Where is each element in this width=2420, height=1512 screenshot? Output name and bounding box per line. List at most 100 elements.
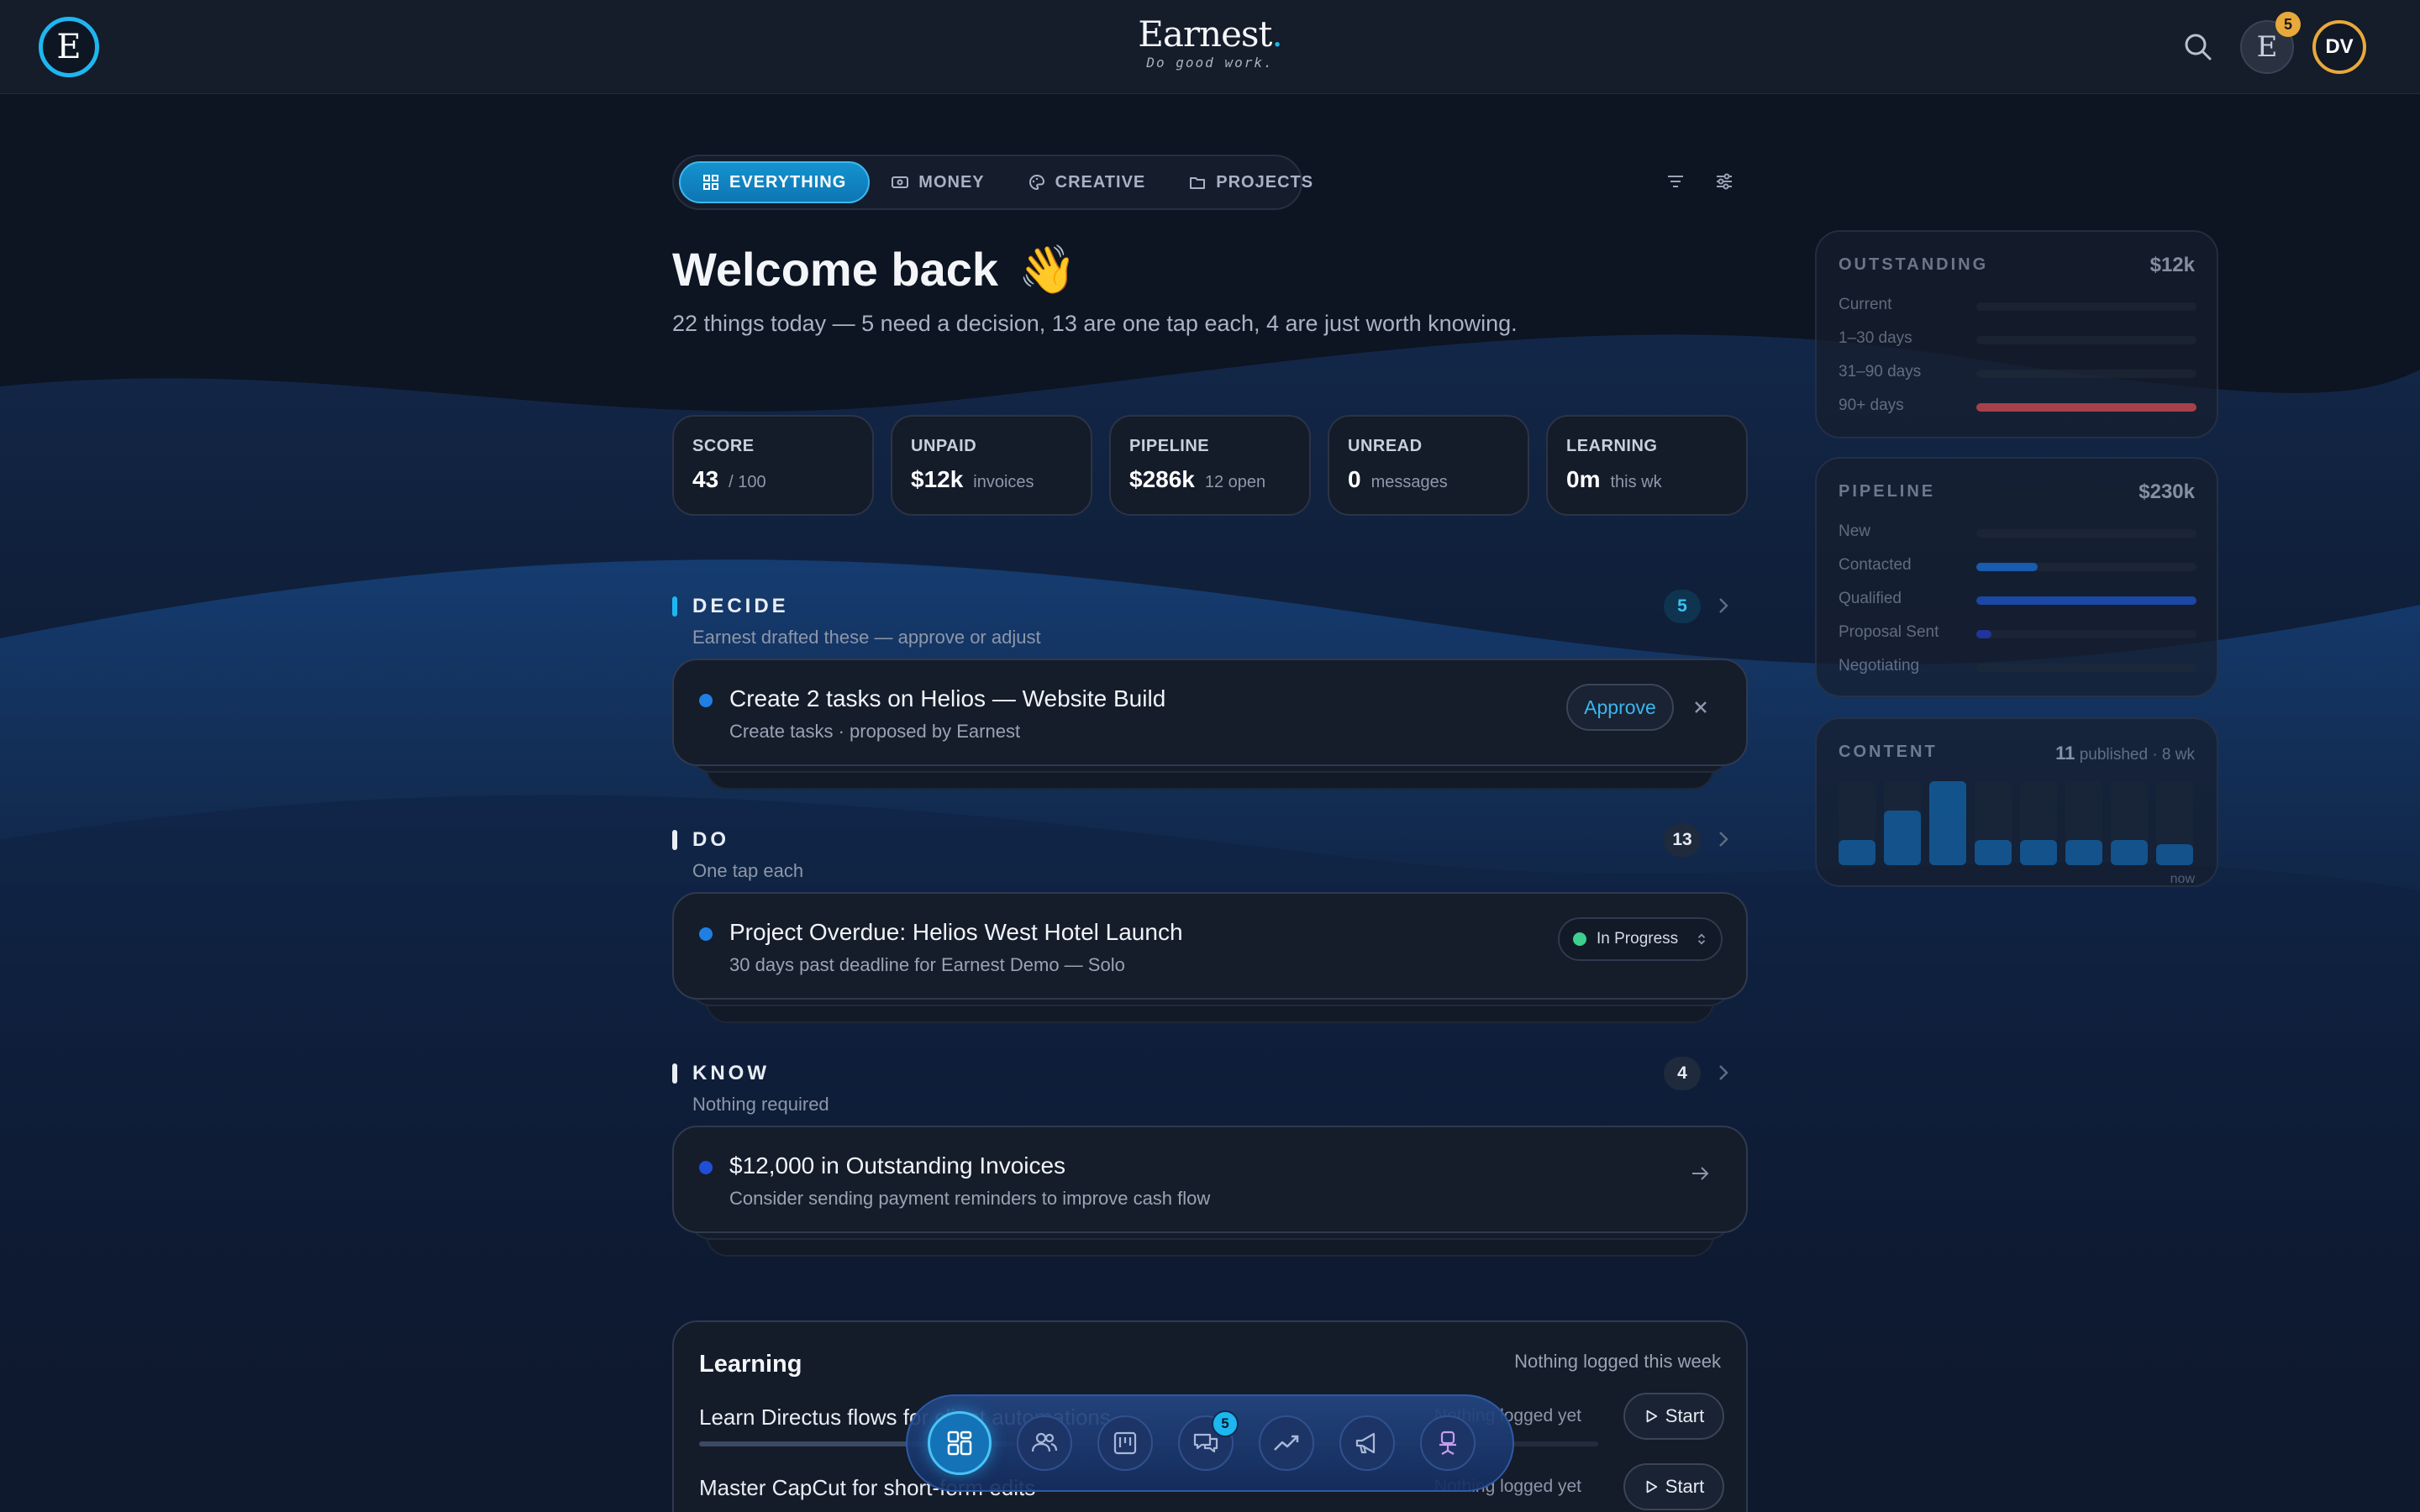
outstanding-panel[interactable]: OUTSTANDING $12k Current 1–30 days 31–90 d… bbox=[1815, 230, 2218, 438]
dock-growth[interactable] bbox=[1259, 1415, 1314, 1471]
logo-letter: E bbox=[56, 28, 82, 66]
arrow-right-icon[interactable] bbox=[1687, 1161, 1712, 1186]
bullet-dot bbox=[699, 694, 713, 707]
start-button[interactable]: Start bbox=[1623, 1393, 1724, 1440]
stat-label: LEARNING bbox=[1566, 437, 1658, 455]
card-subtitle: Create tasks · proposed by Earnest bbox=[729, 721, 1021, 742]
stat-card-unpaid[interactable]: UNPAID $12k invoices bbox=[891, 415, 1092, 516]
card-subtitle: Consider sending payment reminders to im… bbox=[729, 1188, 1211, 1209]
panel-row: Qualified bbox=[1839, 588, 2198, 613]
tab-money[interactable]: MONEY bbox=[870, 161, 1006, 203]
stat-label: PIPELINE bbox=[1129, 437, 1210, 455]
section-count: 13 bbox=[1664, 823, 1701, 857]
sort-icon[interactable] bbox=[1665, 171, 1686, 192]
logo-button[interactable]: E bbox=[39, 17, 99, 77]
know-card[interactable]: $12,000 in Outstanding Invoices Consider… bbox=[672, 1126, 1748, 1233]
panel-row-bar bbox=[1976, 563, 2196, 571]
section-accent-bar bbox=[672, 1063, 677, 1084]
chair-icon bbox=[1439, 1431, 1456, 1455]
stat-card-learning[interactable]: LEARNING 0m this wk bbox=[1546, 415, 1748, 516]
dock-messages[interactable]: 5 bbox=[1178, 1410, 1239, 1471]
brand: Earnest. Do good work. bbox=[1126, 13, 1294, 71]
filter-tabs: EVERYTHING MONEY CREATIVE PROJECTS bbox=[672, 155, 1313, 210]
tab-projects[interactable]: PROJECTS bbox=[1167, 161, 1335, 203]
panel-row-label: Proposal Sent bbox=[1839, 623, 1939, 641]
panel-row-bar bbox=[1976, 596, 2196, 605]
panel-row-label: Contacted bbox=[1839, 556, 1912, 574]
page-title: Welcome back 👋 bbox=[672, 243, 1077, 296]
do-card[interactable]: Project Overdue: Helios West Hotel Launc… bbox=[672, 892, 1748, 1000]
section-description: Nothing required bbox=[692, 1094, 829, 1115]
approve-button[interactable]: Approve bbox=[1566, 684, 1674, 731]
people-icon bbox=[1031, 1432, 1058, 1452]
section-title: DO bbox=[692, 828, 729, 851]
section-count: 4 bbox=[1664, 1057, 1701, 1090]
section-title: KNOW bbox=[692, 1062, 770, 1084]
filter-sliders-icon[interactable] bbox=[1714, 171, 1734, 192]
content-week-bar bbox=[2065, 781, 2102, 865]
tab-creative[interactable]: CREATIVE bbox=[1007, 161, 1168, 203]
content-week-fill bbox=[2156, 844, 2193, 865]
stat-value: 43 bbox=[692, 466, 719, 492]
close-icon[interactable] bbox=[1691, 697, 1711, 717]
dock-people[interactable] bbox=[1017, 1415, 1072, 1471]
decide-card[interactable]: Create 2 tasks on Helios — Website Build… bbox=[672, 659, 1748, 766]
folder-icon bbox=[1190, 177, 1206, 189]
chevron-right-icon[interactable] bbox=[1711, 593, 1736, 618]
section-know: KNOW 4 Nothing required $12,000 in Outst… bbox=[672, 1057, 1748, 1257]
content-week-fill bbox=[2020, 840, 2057, 865]
top-bar: E Earnest. Do good work. E 5 DV bbox=[0, 0, 2420, 94]
dashboard-icon bbox=[947, 1431, 972, 1456]
assistant-letter: E bbox=[2256, 30, 2278, 64]
panel-total: $230k bbox=[2139, 480, 2195, 503]
content-week-fill bbox=[1839, 840, 1876, 865]
stat-card-score[interactable]: SCORE 43 / 100 bbox=[672, 415, 874, 516]
panel-row: Proposal Sent bbox=[1839, 622, 2198, 647]
avatar[interactable]: DV bbox=[2312, 20, 2366, 74]
stat-cards: SCORE 43 / 100 UNPAID $12k invoices PIPELI… bbox=[672, 415, 1748, 516]
panel-row-bar bbox=[1976, 403, 2196, 412]
panel-row-bar bbox=[1976, 630, 2196, 638]
content-panel[interactable]: CONTENT 11 published · 8 wk now bbox=[1815, 717, 2218, 887]
content-published: 11 published · 8 wk bbox=[2055, 743, 2195, 764]
tab-label: CREATIVE bbox=[1055, 172, 1146, 192]
content-week-fill bbox=[1929, 781, 1966, 865]
wave-emoji: 👋 bbox=[1018, 243, 1077, 296]
stat-sub: this wk bbox=[1610, 473, 1662, 491]
play-icon bbox=[1646, 1480, 1657, 1494]
dock-board[interactable] bbox=[1097, 1415, 1153, 1471]
panel-row: New bbox=[1839, 521, 2198, 546]
section-description: One tap each bbox=[692, 860, 804, 881]
status-select[interactable]: In Progress bbox=[1558, 917, 1723, 961]
messages-badge: 5 bbox=[1212, 1410, 1239, 1437]
tab-label: MONEY bbox=[918, 172, 985, 192]
brand-tagline: Do good work. bbox=[1146, 55, 1274, 71]
stat-card-unread[interactable]: UNREAD 0 messages bbox=[1328, 415, 1529, 516]
published-count: 11 bbox=[2055, 743, 2075, 764]
content-week-bar bbox=[2020, 781, 2057, 865]
tab-everything[interactable]: EVERYTHING bbox=[679, 161, 871, 203]
chevron-right-icon[interactable] bbox=[1711, 827, 1736, 852]
updown-chevron-icon bbox=[1697, 933, 1706, 945]
stat-sub: / 100 bbox=[729, 473, 766, 491]
panel-row-fill bbox=[1976, 630, 1992, 638]
dock-dashboard[interactable] bbox=[928, 1411, 992, 1475]
panel-title: CONTENT bbox=[1839, 743, 1938, 761]
panel-row-bar bbox=[1976, 336, 2196, 344]
pipeline-panel[interactable]: PIPELINE $230k New Contacted Qualified Prop… bbox=[1815, 457, 2218, 697]
chevron-right-icon[interactable] bbox=[1711, 1060, 1736, 1085]
search-icon[interactable] bbox=[2181, 30, 2215, 64]
content-week-fill bbox=[2065, 840, 2102, 865]
cash-icon bbox=[892, 176, 909, 188]
stat-card-pipeline[interactable]: PIPELINE $286k 12 open bbox=[1109, 415, 1311, 516]
section-count: 5 bbox=[1664, 590, 1701, 623]
stat-sub: messages bbox=[1370, 473, 1448, 491]
panel-row: Current bbox=[1839, 294, 2198, 319]
now-label: now bbox=[2170, 872, 2195, 886]
card-title: Create 2 tasks on Helios — Website Build bbox=[729, 685, 1166, 711]
dock-office[interactable] bbox=[1420, 1415, 1476, 1471]
panel-row-bar bbox=[1976, 529, 2196, 538]
content-week-fill bbox=[2111, 840, 2148, 865]
start-button[interactable]: Start bbox=[1623, 1463, 1724, 1510]
dock-marketing[interactable] bbox=[1339, 1415, 1395, 1471]
